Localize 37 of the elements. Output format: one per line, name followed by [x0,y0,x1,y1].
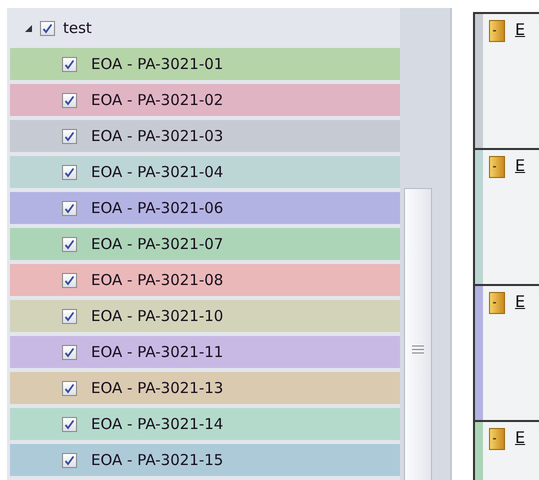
card-title[interactable]: E [515,292,526,311]
checkbox[interactable] [62,164,77,180]
tree-item[interactable]: EOA - PA-3021-01 [10,48,400,80]
card-title[interactable]: E [515,20,526,39]
tree-item[interactable]: EOA - PA-3021-04 [10,156,400,188]
checkbox[interactable] [62,128,77,144]
checkbox[interactable] [62,452,77,468]
door-icon [489,428,505,450]
tree-item[interactable]: EOA - PA-3021-06 [10,192,400,224]
tree-group-label[interactable]: test [63,19,92,37]
checkbox[interactable] [62,236,77,252]
checkbox[interactable] [62,344,77,360]
checkbox[interactable] [62,272,77,288]
scrollbar-thumb[interactable] [404,188,432,480]
tree-item[interactable]: EOA - PA-3021-07 [10,228,400,260]
door-icon [489,292,505,314]
checkbox[interactable] [62,200,77,216]
door-icon [489,20,505,42]
card-title[interactable]: E [515,156,526,175]
tree-item[interactable]: EOA - PA-3021-13 [10,372,400,404]
tree-item[interactable]: EOA - PA-3021-10 [10,300,400,332]
checkbox[interactable] [62,56,77,72]
grip-icon [412,345,424,354]
tree-item[interactable]: EOA - PA-3021-14 [10,408,400,440]
checkbox[interactable] [40,20,55,36]
tree-item[interactable]: EOA - PA-3021-11 [10,336,400,368]
tree-item[interactable]: EOA - PA-3021-03 [10,120,400,152]
checkbox[interactable] [62,92,77,108]
expand-icon[interactable] [25,24,32,32]
tree-item[interactable]: EOA - PA-3021-08 [10,264,400,296]
door-icon [489,156,505,178]
card-title[interactable]: E [515,428,526,447]
checkbox[interactable] [62,380,77,396]
checkbox[interactable] [62,416,77,432]
tree-item[interactable]: EOA - PA-3021-02 [10,84,400,116]
tree-item[interactable]: EOA - PA-3021-15 [10,444,400,476]
checkbox[interactable] [62,308,77,324]
